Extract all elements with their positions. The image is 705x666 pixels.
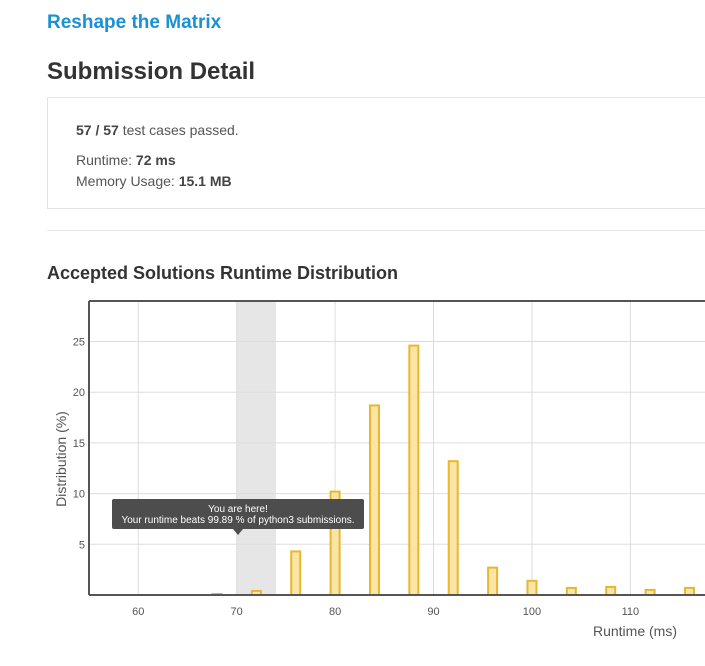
your-runtime-band <box>236 301 277 595</box>
distribution-bar <box>605 585 617 596</box>
distribution-bar <box>565 586 577 596</box>
y-tick-label: 15 <box>73 438 85 450</box>
y-tick-label: 10 <box>73 489 85 501</box>
y-tick-label: 5 <box>79 539 85 551</box>
x-tick-label: 90 <box>427 606 439 618</box>
x-tick-label: 70 <box>231 606 243 618</box>
distribution-bar <box>290 550 302 597</box>
x-tick-label: 80 <box>329 606 341 618</box>
tooltip-line1: You are here! <box>208 504 268 515</box>
x-axis-title: Runtime (ms) <box>593 623 677 639</box>
y-axis-title: Distribution (%) <box>53 411 69 507</box>
distribution-bar <box>487 566 499 596</box>
y-tick-label: 25 <box>73 337 85 349</box>
distribution-bar <box>408 344 420 596</box>
plot-area <box>89 301 705 595</box>
submission-detail-page: Reshape the Matrix Submission Detail 57 … <box>0 0 705 666</box>
tooltip-line2: Your runtime beats 99.89 % of python3 su… <box>121 515 354 526</box>
distribution-bar <box>526 579 538 596</box>
x-tick-label: 100 <box>523 606 541 618</box>
runtime-distribution-chart: 60 70 80 90 100 110 5 10 15 20 25 Runtime (ms) Dis… <box>53 300 705 639</box>
distribution-bar <box>683 586 695 596</box>
distribution-bar <box>368 404 380 596</box>
x-tick-label: 60 <box>132 606 144 618</box>
x-tick-label: 110 <box>622 606 640 618</box>
y-tick-label: 20 <box>73 387 85 399</box>
distribution-bar <box>447 460 459 597</box>
